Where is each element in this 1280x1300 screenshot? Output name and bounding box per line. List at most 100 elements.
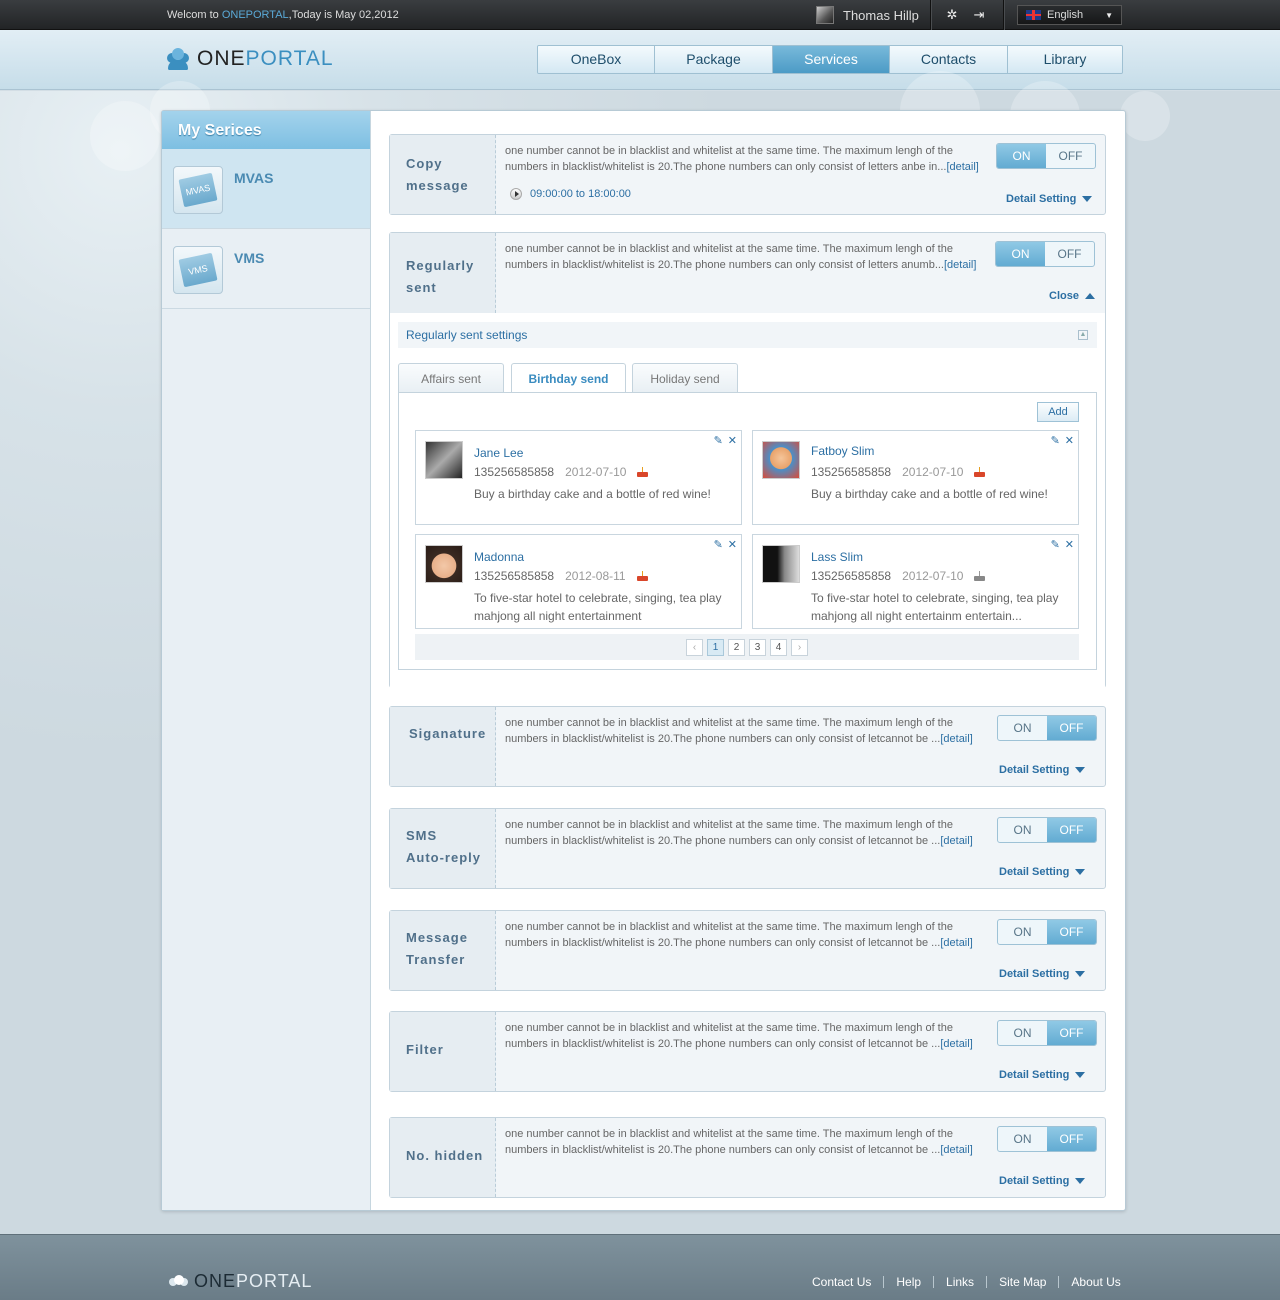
tab-birthday-send[interactable]: Birthday send — [511, 363, 626, 394]
toggle-on[interactable]: ON — [998, 818, 1047, 842]
add-button[interactable]: Add — [1037, 402, 1079, 422]
on-off-toggle[interactable]: ON OFF — [996, 143, 1096, 169]
expand-arrow-icon — [1075, 767, 1086, 773]
sidebar-item-mvas[interactable]: MVAS MVAS — [162, 149, 370, 229]
service-title: Filter — [406, 1042, 444, 1057]
contact-name[interactable]: Jane Lee — [474, 446, 523, 460]
service-description: one number cannot be in blacklist and wh… — [505, 145, 979, 173]
contact-name[interactable]: Lass Slim — [811, 550, 863, 564]
edit-icon[interactable]: ✎ — [714, 434, 723, 447]
detail-link[interactable]: [detail] — [940, 937, 972, 949]
close-link[interactable]: Close — [1049, 290, 1095, 302]
nav-package[interactable]: Package — [655, 46, 773, 73]
contact-phone: 135256585858 — [811, 569, 892, 583]
toggle-on[interactable]: ON — [998, 716, 1047, 740]
detail-setting-link[interactable]: Detail Setting — [999, 866, 1086, 878]
on-off-toggle[interactable]: ON OFF — [997, 1020, 1097, 1046]
detail-setting-link[interactable]: Detail Setting — [1006, 193, 1093, 205]
on-off-toggle[interactable]: ON OFF — [997, 919, 1097, 945]
contact-phone: 135256585858 — [474, 569, 555, 583]
toggle-off[interactable]: OFF — [1047, 716, 1096, 740]
nav-services[interactable]: Services — [773, 46, 890, 73]
toggle-off[interactable]: OFF — [1047, 1127, 1096, 1151]
close-icon[interactable]: ✕ — [728, 538, 737, 551]
toggle-on[interactable]: ON — [997, 144, 1046, 168]
toggle-off[interactable]: OFF — [1047, 818, 1096, 842]
detail-link[interactable]: [detail] — [944, 259, 976, 271]
play-icon[interactable] — [510, 188, 522, 200]
edit-icon[interactable]: ✎ — [1051, 434, 1060, 447]
detail-link[interactable]: [detail] — [946, 161, 978, 173]
user-menu[interactable]: Thomas Hillp — [816, 5, 919, 25]
close-icon[interactable]: ✕ — [1065, 434, 1074, 447]
page-3-button[interactable]: 3 — [749, 638, 766, 656]
avatar — [425, 545, 463, 583]
sidebar-item-vms[interactable]: VMS VMS — [162, 229, 370, 309]
detail-link[interactable]: [detail] — [940, 1144, 972, 1156]
page-1-button[interactable]: 1 — [707, 638, 724, 656]
logo-people-icon — [167, 48, 191, 70]
prev-page-button[interactable]: ‹ — [686, 638, 703, 656]
toggle-off[interactable]: OFF — [1047, 1021, 1096, 1045]
on-off-toggle[interactable]: ON OFF — [997, 1126, 1097, 1152]
footer-link-about[interactable]: About Us — [1071, 1275, 1120, 1289]
card-message: Buy a birthday cake and a bottle of red … — [811, 487, 1048, 501]
logo[interactable]: ONEPORTAL — [167, 47, 334, 71]
detail-setting-link[interactable]: Detail Setting — [999, 1069, 1086, 1081]
language-select[interactable]: English ▼ — [1017, 5, 1122, 25]
detail-setting-link[interactable]: Detail Setting — [999, 1175, 1086, 1187]
footer-link-sitemap[interactable]: Site Map — [999, 1275, 1046, 1289]
nav-contacts[interactable]: Contacts — [890, 46, 1008, 73]
toggle-on[interactable]: ON — [998, 920, 1047, 944]
service-card-filter: Filter one number cannot be in blacklist… — [389, 1011, 1106, 1092]
on-off-toggle[interactable]: ON OFF — [997, 715, 1097, 741]
contact-name[interactable]: Madonna — [474, 550, 524, 564]
toggle-off[interactable]: OFF — [1045, 242, 1094, 266]
toggle-off[interactable]: OFF — [1046, 144, 1095, 168]
detail-link[interactable]: [detail] — [940, 733, 972, 745]
expand-arrow-icon — [1082, 196, 1093, 202]
toggle-on[interactable]: ON — [996, 242, 1045, 266]
service-title: Copy message — [406, 156, 469, 193]
footer-link-help[interactable]: Help — [896, 1275, 921, 1289]
on-off-toggle[interactable]: ON OFF — [997, 817, 1097, 843]
tab-affairs-sent[interactable]: Affairs sent — [398, 363, 504, 393]
footer-link-links[interactable]: Links — [946, 1275, 974, 1289]
toggle-on[interactable]: ON — [998, 1127, 1047, 1151]
service-description: one number cannot be in blacklist and wh… — [505, 243, 977, 271]
service-card-copy-message: Copy message one number cannot be in blac… — [389, 134, 1106, 215]
page-4-button[interactable]: 4 — [770, 638, 787, 656]
next-page-button[interactable]: › — [791, 638, 808, 656]
settings-icon[interactable]: ✲ — [945, 8, 959, 22]
logout-icon[interactable]: ⇥ — [972, 8, 986, 22]
detail-setting-link[interactable]: Detail Setting — [999, 968, 1086, 980]
regularly-sent-settings: Regularly sent settings ▲ Affairs sent Bi… — [390, 313, 1105, 688]
tab-holiday-send[interactable]: Holiday send — [632, 363, 738, 393]
welcome-brand-link[interactable]: ONEPORTAL — [222, 9, 289, 21]
page-2-button[interactable]: 2 — [728, 638, 745, 656]
toggle-off[interactable]: OFF — [1047, 920, 1096, 944]
collapse-arrow-icon — [1084, 293, 1095, 299]
close-icon[interactable]: ✕ — [728, 434, 737, 447]
avatar — [425, 441, 463, 479]
detail-setting-link[interactable]: Detail Setting — [999, 764, 1086, 776]
top-bar: Welcom to ONEPORTAL,Today is May 02,2012… — [0, 0, 1280, 30]
collapse-icon[interactable]: ▲ — [1078, 330, 1088, 340]
detail-link[interactable]: [detail] — [940, 835, 972, 847]
on-off-toggle[interactable]: ON OFF — [995, 241, 1095, 267]
contact-name[interactable]: Fatboy Slim — [811, 444, 874, 458]
footer-logo[interactable]: ONEPORTAL — [169, 1271, 312, 1292]
detail-link[interactable]: [detail] — [940, 1038, 972, 1050]
expand-arrow-icon — [1075, 971, 1086, 977]
cake-icon — [636, 571, 648, 581]
service-card-message-transfer: Message Transfer one number cannot be in … — [389, 910, 1106, 991]
edit-icon[interactable]: ✎ — [1051, 538, 1060, 551]
welcome-text: Welcom to ONEPORTAL,Today is May 02,2012 — [167, 9, 399, 21]
nav-library[interactable]: Library — [1008, 46, 1122, 73]
toggle-on[interactable]: ON — [998, 1021, 1047, 1045]
close-icon[interactable]: ✕ — [1065, 538, 1074, 551]
edit-icon[interactable]: ✎ — [714, 538, 723, 551]
footer-link-contact[interactable]: Contact Us — [812, 1275, 871, 1289]
send-date: 2012-08-11 — [565, 569, 626, 583]
nav-onebox[interactable]: OneBox — [538, 46, 655, 73]
